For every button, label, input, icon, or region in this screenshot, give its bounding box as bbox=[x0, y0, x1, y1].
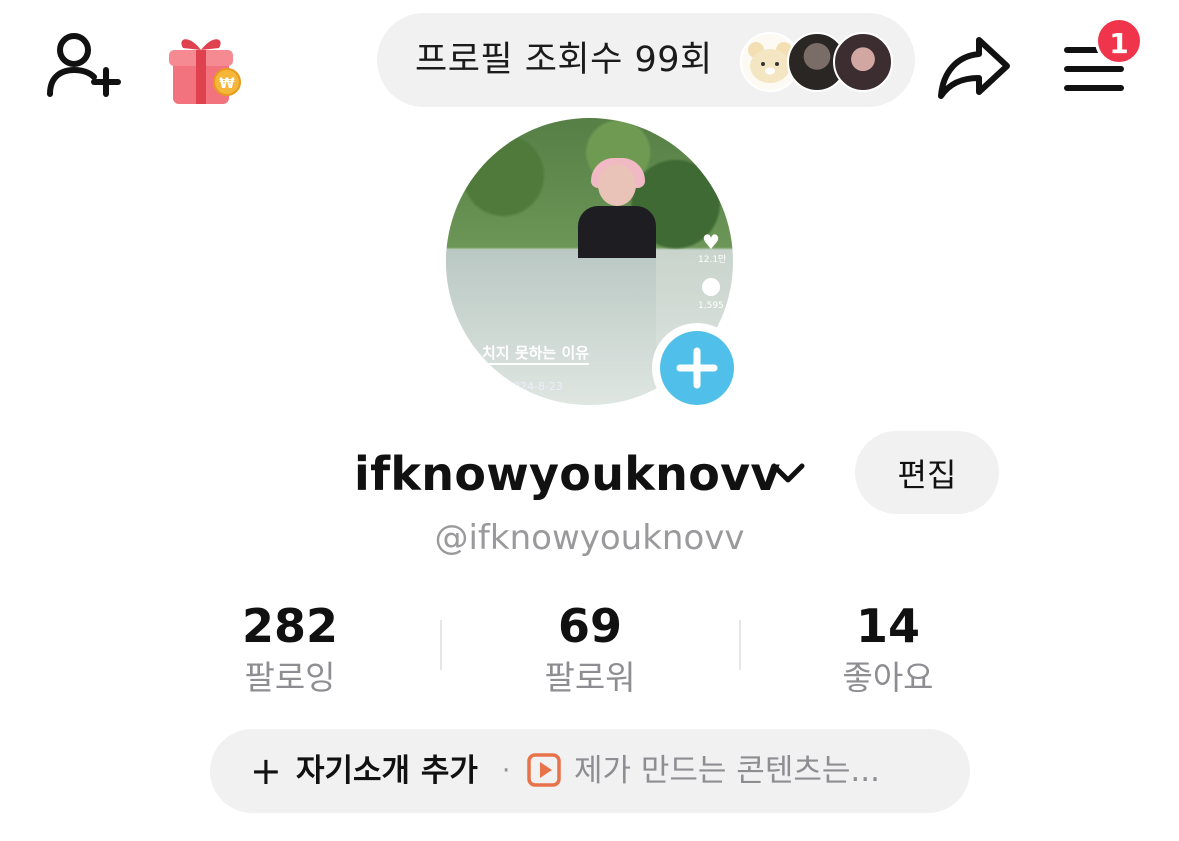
stat-value: 69 bbox=[557, 599, 622, 653]
display-name[interactable]: ifknowyouknovv bbox=[354, 442, 781, 506]
stat-value: 14 bbox=[855, 599, 920, 653]
profile-views-text: 프로필 조회수 99회 bbox=[415, 40, 713, 80]
username-handle: @ifknowyouknovv bbox=[0, 514, 1179, 562]
stat-label: 팔로워 bbox=[544, 658, 636, 697]
edit-profile-button[interactable]: 편집 bbox=[855, 431, 999, 514]
content-prompt-text: 제가 만드는 콘텐츠는... bbox=[574, 753, 880, 789]
avatar-comment-count: 1,595 bbox=[698, 301, 724, 311]
stat-followers[interactable]: 69 팔로워 bbox=[490, 598, 690, 702]
username-handle-text: @ifknowyouknovv bbox=[434, 518, 745, 558]
avatar-caption: 치지 못하는 이유 bbox=[482, 342, 590, 365]
stat-following[interactable]: 282 팔로잉 bbox=[190, 598, 390, 702]
svg-text:₩: ₩ bbox=[219, 76, 235, 92]
gift-icon[interactable]: ₩ bbox=[165, 28, 247, 106]
heart-icon: ♥ bbox=[702, 230, 720, 254]
stat-value: 282 bbox=[241, 599, 339, 653]
stat-label: 좋아요 bbox=[842, 658, 934, 697]
share-icon[interactable] bbox=[935, 34, 1013, 100]
add-friend-icon[interactable] bbox=[44, 30, 124, 100]
add-bio-label: 자기소개 추가 bbox=[296, 753, 478, 789]
add-bio-button[interactable]: + 자기소개 추가 · 제가 만드는 콘텐츠는... bbox=[210, 729, 970, 813]
stat-divider bbox=[739, 620, 741, 670]
comment-icon bbox=[702, 278, 720, 296]
add-photo-button[interactable] bbox=[652, 323, 742, 413]
notification-badge: 1 bbox=[1095, 17, 1143, 65]
separator-dot: · bbox=[502, 756, 511, 786]
stat-divider bbox=[440, 620, 442, 670]
plus-icon bbox=[676, 347, 718, 389]
avatar-meta: 2024-8-23 bbox=[506, 380, 563, 393]
avatar-like-count: 12.1만 bbox=[698, 255, 727, 265]
avatar-photo-person bbox=[578, 206, 656, 258]
plus-icon: + bbox=[250, 749, 282, 793]
play-icon bbox=[527, 753, 561, 787]
stat-label: 팔로잉 bbox=[244, 658, 336, 697]
chevron-down-icon[interactable] bbox=[768, 458, 808, 490]
viewer-avatar bbox=[833, 32, 893, 92]
stat-likes[interactable]: 14 좋아요 bbox=[788, 598, 988, 702]
avatar-photo-face bbox=[598, 164, 636, 206]
profile-views-pill[interactable]: 프로필 조회수 99회 bbox=[377, 13, 915, 107]
